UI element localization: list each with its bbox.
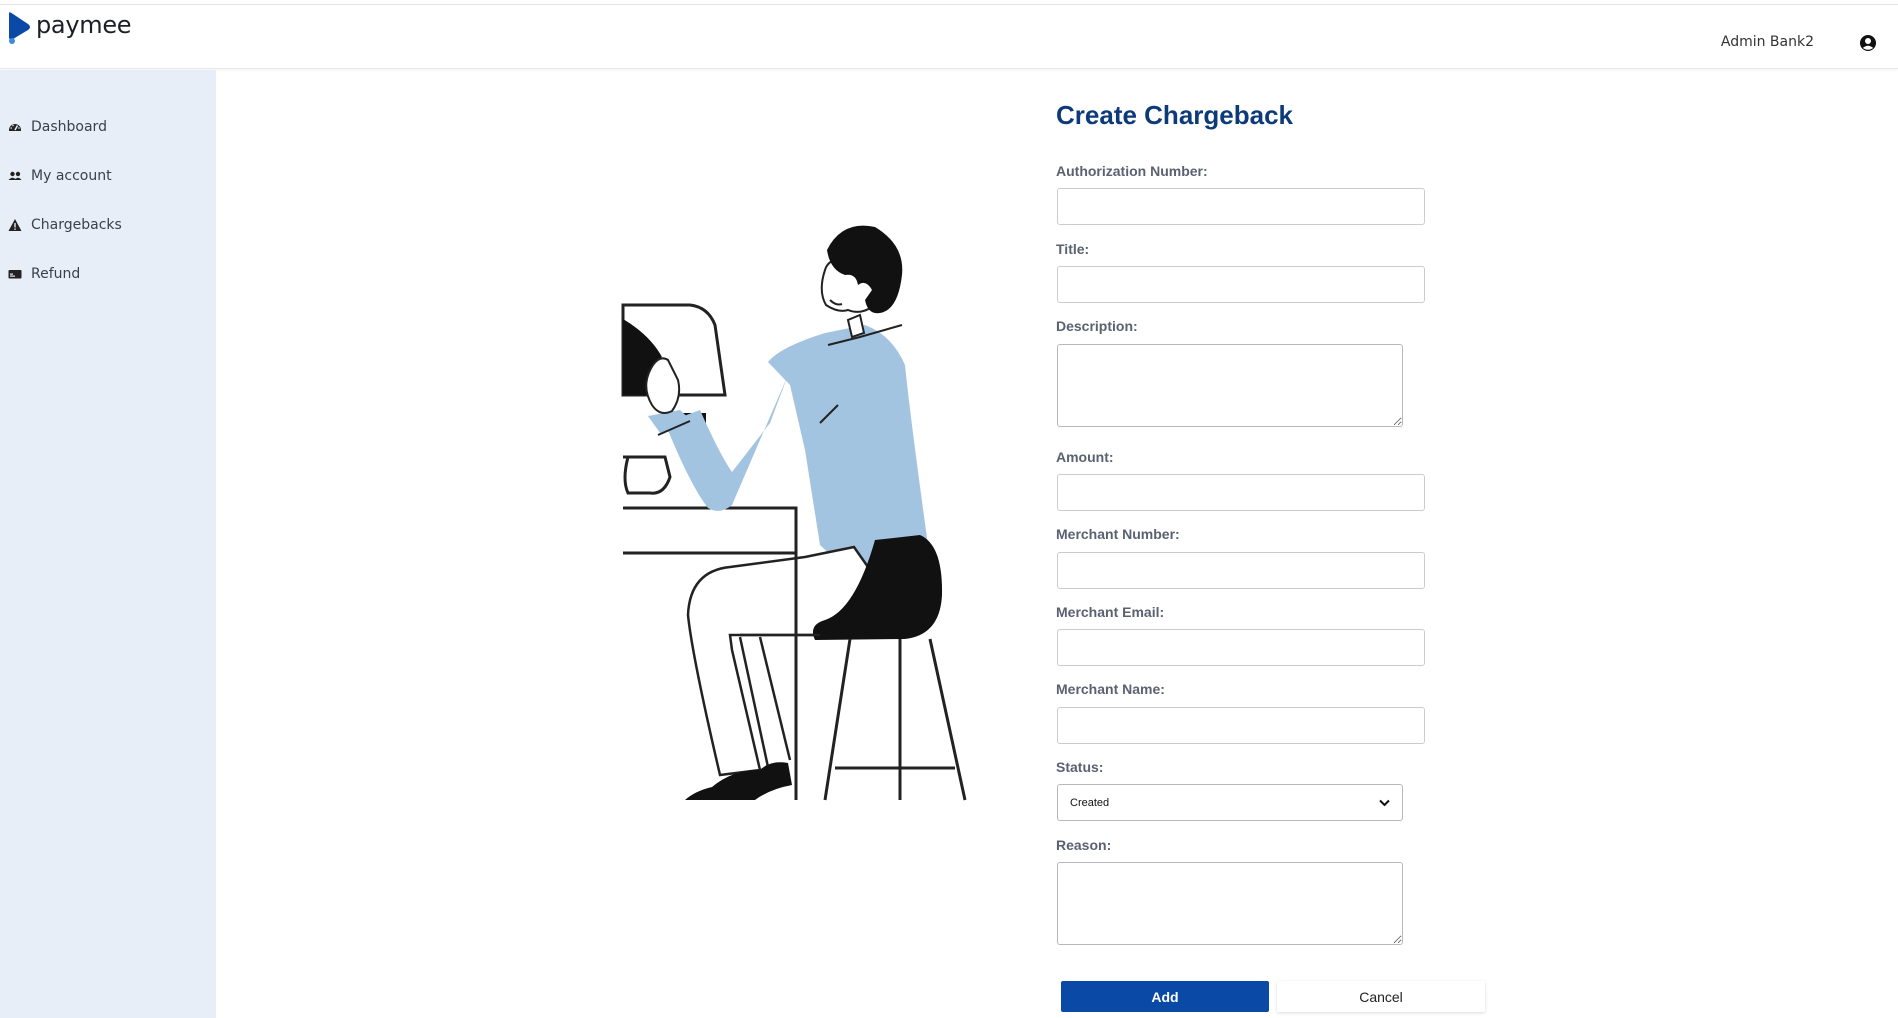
app-header: paymee Admin Bank2	[0, 6, 1898, 69]
user-circle-icon[interactable]	[1859, 34, 1877, 52]
merchant-email-label: Merchant Email:	[1056, 604, 1165, 620]
authorization-number-label: Authorization Number:	[1056, 163, 1208, 179]
status-label: Status:	[1056, 759, 1104, 775]
paymee-logo-icon	[9, 12, 30, 44]
title-label: Title:	[1056, 241, 1090, 257]
brand-logo[interactable]: paymee	[6, 11, 132, 44]
card-icon	[8, 270, 22, 279]
reason-label: Reason:	[1056, 837, 1112, 853]
top-border	[0, 0, 1898, 5]
sidebar-item-label: Chargebacks	[31, 217, 122, 233]
status-selected-value: Created	[1070, 796, 1110, 809]
amount-label: Amount:	[1056, 449, 1114, 465]
brand-name: paymee	[36, 11, 132, 39]
sidebar-item-label: Refund	[31, 266, 81, 282]
gauge-icon	[9, 124, 21, 131]
user-name[interactable]: Admin Bank2	[1721, 34, 1814, 50]
merchant-name-label: Merchant Name:	[1056, 681, 1165, 697]
amount-input[interactable]	[1057, 474, 1425, 511]
sidebar-item-my-account[interactable]: My account	[8, 166, 112, 186]
title-input[interactable]	[1057, 266, 1425, 303]
merchant-name-input[interactable]	[1057, 707, 1425, 744]
illustration-person-at-desk	[621, 225, 967, 801]
merchant-email-input[interactable]	[1057, 629, 1425, 666]
sidebar-item-label: My account	[31, 168, 112, 184]
description-label: Description:	[1056, 318, 1138, 334]
warning-icon	[8, 219, 22, 231]
authorization-number-input[interactable]	[1057, 188, 1425, 225]
cancel-button[interactable]: Cancel	[1277, 981, 1485, 1012]
merchant-number-input[interactable]	[1057, 552, 1425, 589]
merchant-number-label: Merchant Number:	[1056, 526, 1180, 542]
sidebar-item-dashboard[interactable]: Dashboard	[8, 117, 107, 137]
users-icon	[8, 171, 22, 180]
sidebar-item-chargebacks[interactable]: Chargebacks	[8, 215, 122, 235]
page-title: Create Chargeback	[1056, 100, 1293, 130]
reason-textarea[interactable]	[1057, 862, 1403, 945]
sidebar: Dashboard My account Chargebacks Refund	[0, 70, 216, 1018]
description-textarea[interactable]	[1057, 344, 1403, 427]
add-button[interactable]: Add	[1061, 981, 1269, 1012]
sidebar-item-refund[interactable]: Refund	[8, 264, 80, 284]
sidebar-item-label: Dashboard	[31, 119, 107, 135]
status-select[interactable]: Created	[1057, 784, 1403, 821]
chevron-down-icon	[1379, 799, 1390, 806]
